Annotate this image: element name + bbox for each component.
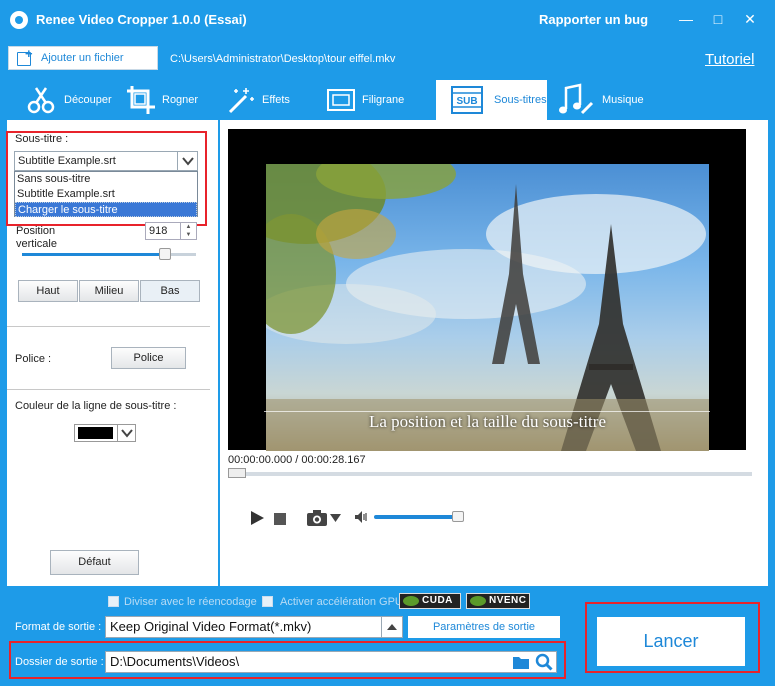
line-color-picker[interactable] bbox=[74, 424, 136, 442]
file-path: C:\Users\Administrator\Desktop\tour eiff… bbox=[170, 53, 396, 65]
dropdown-option[interactable]: Sans sous-titre bbox=[15, 172, 197, 187]
tutorial-link[interactable]: Tutoriel bbox=[705, 51, 754, 68]
format-label: Format de sortie : bbox=[15, 621, 102, 633]
nvidia-logo-icon bbox=[403, 596, 419, 606]
cuda-label: CUDA bbox=[422, 595, 453, 606]
stop-icon[interactable] bbox=[273, 512, 287, 526]
middle-button[interactable]: Milieu bbox=[79, 280, 139, 302]
folder-icon[interactable] bbox=[512, 655, 530, 670]
spin-down-icon[interactable]: ▼ bbox=[181, 231, 196, 239]
volume-thumb[interactable] bbox=[452, 511, 464, 522]
divider bbox=[7, 326, 210, 327]
time-display: 00:00:00.000 / 00:00:28.167 bbox=[228, 454, 366, 466]
reencode-checkbox[interactable] bbox=[108, 596, 119, 607]
tab-label: Effets bbox=[262, 94, 290, 106]
music-icon bbox=[559, 83, 594, 115]
tab-decouper[interactable]: Découper bbox=[26, 80, 126, 120]
svg-text:SUB: SUB bbox=[456, 96, 477, 107]
volume-icon[interactable] bbox=[354, 510, 370, 524]
position-label: Position bbox=[16, 225, 56, 237]
position-slider-thumb[interactable] bbox=[158, 248, 171, 260]
subtitle-preview-text: La position et la taille du sous-titre bbox=[368, 412, 606, 431]
position-label-2: verticale bbox=[16, 238, 57, 250]
tab-musique[interactable]: Musique bbox=[556, 80, 666, 120]
tab-label: Musique bbox=[602, 94, 644, 106]
subtitle-icon: SUB bbox=[451, 86, 483, 114]
search-icon[interactable] bbox=[535, 653, 553, 671]
add-file-icon bbox=[17, 46, 35, 66]
minimize-button[interactable]: — bbox=[677, 10, 695, 28]
top-button[interactable]: Haut bbox=[18, 280, 78, 302]
spin-up-icon[interactable]: ▲ bbox=[181, 223, 196, 231]
subtitle-selected-value: Subtitle Example.srt bbox=[18, 155, 116, 167]
timeline-thumb[interactable] bbox=[228, 468, 246, 478]
color-swatch bbox=[78, 427, 113, 439]
position-slider-fill bbox=[22, 253, 165, 256]
tab-label: Sous-titres bbox=[494, 94, 547, 106]
magic-wand-icon bbox=[228, 88, 254, 114]
add-file-label: Ajouter un fichier bbox=[41, 52, 124, 64]
report-bug-link[interactable]: Rapporter un bug bbox=[539, 12, 648, 27]
launch-button[interactable]: Lancer bbox=[597, 617, 745, 666]
timeline-slider[interactable] bbox=[228, 468, 752, 478]
tab-label: Rogner bbox=[162, 94, 199, 106]
nvenc-badge: NVENC bbox=[466, 593, 530, 609]
feature-tabs: Découper Rogner Effets Filigrane SUB Sou… bbox=[0, 80, 775, 120]
tab-sous-titres[interactable]: SUB Sous-titres bbox=[436, 80, 547, 120]
dropdown-option[interactable]: Subtitle Example.srt bbox=[15, 187, 197, 202]
default-button[interactable]: Défaut bbox=[50, 550, 139, 575]
volume-slider[interactable] bbox=[374, 515, 458, 519]
line-color-label: Couleur de la ligne de sous-titre : bbox=[15, 400, 177, 412]
output-params-button[interactable]: Paramètres de sortie bbox=[408, 616, 560, 638]
title-bar: Renee Video Cropper 1.0.0 (Essai) Rappor… bbox=[0, 0, 775, 40]
cuda-badge: CUDA bbox=[399, 593, 461, 609]
subtitle-dropdown-list: Sans sous-titre Subtitle Example.srt Cha… bbox=[14, 171, 198, 217]
maximize-button[interactable]: □ bbox=[709, 10, 727, 28]
nvidia-logo-icon bbox=[470, 596, 486, 606]
nvenc-label: NVENC bbox=[489, 595, 527, 606]
format-select[interactable]: Keep Original Video Format(*.mkv) bbox=[105, 616, 382, 638]
video-frame bbox=[266, 164, 709, 451]
tab-effets[interactable]: Effets bbox=[226, 80, 326, 120]
tab-rogner[interactable]: Rogner bbox=[126, 80, 226, 120]
app-title: Renee Video Cropper 1.0.0 (Essai) bbox=[36, 12, 247, 27]
subtitle-select[interactable]: Subtitle Example.srt bbox=[14, 151, 198, 171]
crop-icon bbox=[127, 86, 155, 114]
font-label: Police : bbox=[15, 353, 52, 365]
app-logo-icon bbox=[10, 11, 28, 29]
scissors-icon bbox=[27, 87, 55, 114]
watermark-icon bbox=[327, 89, 355, 111]
position-value: 918 bbox=[149, 225, 168, 237]
subtitle-label: Sous-titre : bbox=[15, 133, 69, 145]
camera-icon[interactable] bbox=[306, 509, 328, 527]
format-dropdown-button[interactable] bbox=[381, 616, 403, 638]
divider bbox=[7, 389, 210, 390]
dropdown-option-highlighted[interactable]: Charger le sous-titre bbox=[15, 202, 197, 217]
close-button[interactable]: ✕ bbox=[741, 10, 759, 28]
play-icon[interactable] bbox=[249, 510, 265, 526]
output-folder-field[interactable]: D:\Documents\Videos\ bbox=[105, 651, 557, 673]
caret-down-icon[interactable] bbox=[330, 513, 341, 523]
tab-label: Découper bbox=[64, 94, 112, 106]
tab-filigrane[interactable]: Filigrane bbox=[326, 80, 434, 120]
folder-label: Dossier de sortie : bbox=[15, 656, 104, 668]
add-file-button[interactable]: Ajouter un fichier bbox=[8, 46, 158, 70]
app-window: Renee Video Cropper 1.0.0 (Essai) Rappor… bbox=[0, 0, 775, 686]
bottom-button[interactable]: Bas bbox=[140, 280, 200, 302]
eiffel-tower-image bbox=[266, 164, 709, 451]
position-spinbox[interactable]: 918 ▲ ▼ bbox=[145, 222, 197, 240]
reencode-label: Diviser avec le réencodage bbox=[124, 596, 257, 608]
chevron-down-icon[interactable] bbox=[117, 425, 135, 441]
caret-up-icon bbox=[387, 624, 397, 630]
position-slider[interactable] bbox=[22, 248, 196, 260]
gpu-checkbox[interactable] bbox=[262, 596, 273, 607]
tab-label: Filigrane bbox=[362, 94, 405, 106]
font-button[interactable]: Police bbox=[111, 347, 186, 369]
gpu-label: Activer accélération GPU bbox=[280, 596, 403, 608]
chevron-down-icon[interactable] bbox=[177, 152, 197, 170]
